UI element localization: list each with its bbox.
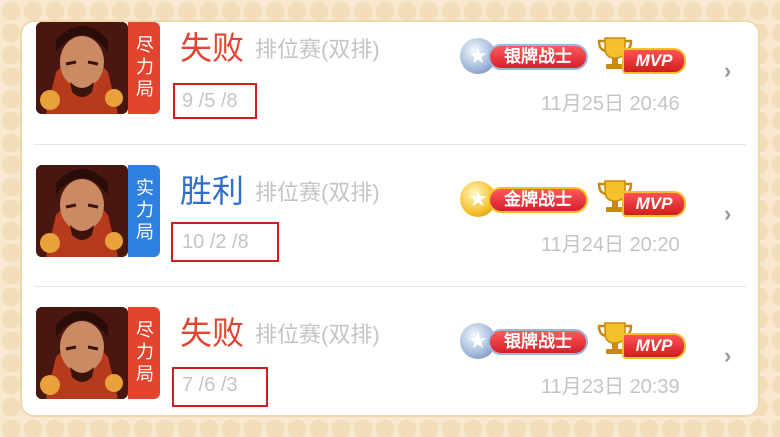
match-result: 失败 [180, 315, 245, 351]
rank-badge: ★ 金牌战士 [460, 181, 590, 217]
game-type: 排位赛(双排) [255, 37, 380, 62]
match-result: 胜利 [180, 173, 245, 209]
match-row[interactable]: 尽力局 失败 排位赛(双排) 7 /6 /3 ★ 银牌战士 MVP 11月23日… [20, 287, 760, 417]
hero-avatar [36, 307, 128, 399]
hero-avatar [36, 22, 128, 114]
game-type: 排位赛(双排) [255, 180, 380, 205]
chevron-right-icon[interactable]: › [724, 203, 731, 225]
hero-portrait-icon [36, 165, 128, 257]
chevron-right-icon[interactable]: › [724, 60, 731, 82]
mode-tag: 尽力局 [128, 22, 160, 114]
match-result: 失败 [180, 30, 245, 66]
rank-label: 银牌战士 [488, 44, 588, 70]
mvp-badge: MVP [596, 34, 688, 78]
mvp-label: MVP [622, 48, 686, 74]
hero-avatar [36, 165, 128, 257]
match-datetime: 11月24日 20:20 [541, 234, 680, 256]
match-datetime: 11月25日 20:46 [541, 93, 680, 115]
kda-score: 9 /5 /8 [182, 90, 238, 112]
match-row[interactable]: 实力局 胜利 排位赛(双排) 10 /2 /8 ★ 金牌战士 MVP 11月24… [20, 145, 760, 287]
kda-score: 10 /2 /8 [182, 231, 249, 253]
mvp-badge: MVP [596, 177, 688, 221]
mode-tag: 实力局 [128, 165, 160, 257]
mvp-label: MVP [622, 333, 686, 359]
match-row[interactable]: 尽力局 失败 排位赛(双排) 9 /5 /8 ★ 银牌战士 MVP 11月25日… [20, 20, 760, 162]
match-history-list: 尽力局 失败 排位赛(双排) 9 /5 /8 ★ 银牌战士 MVP 11月25日… [20, 20, 760, 417]
kda-score: 7 /6 /3 [182, 374, 238, 396]
chevron-right-icon[interactable]: › [724, 345, 731, 367]
rank-badge: ★ 银牌战士 [460, 38, 590, 74]
hero-portrait-icon [36, 22, 128, 114]
mvp-badge: MVP [596, 319, 688, 363]
mvp-label: MVP [622, 191, 686, 217]
rank-label: 银牌战士 [488, 329, 588, 355]
rank-label: 金牌战士 [488, 187, 588, 213]
game-type: 排位赛(双排) [255, 322, 380, 347]
hero-portrait-icon [36, 307, 128, 399]
match-datetime: 11月23日 20:39 [541, 376, 680, 398]
mode-tag: 尽力局 [128, 307, 160, 399]
rank-badge: ★ 银牌战士 [460, 323, 590, 359]
